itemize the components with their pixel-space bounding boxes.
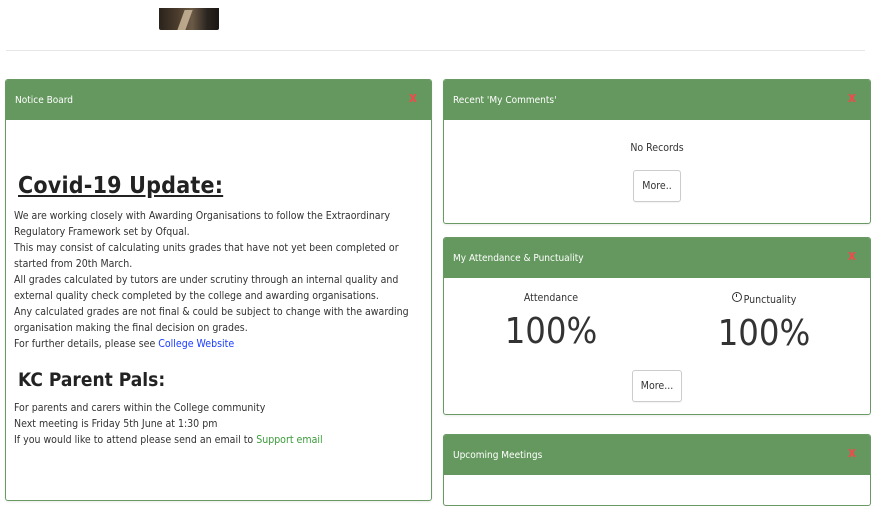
top-divider: [6, 50, 865, 51]
support-email-link[interactable]: Support email: [256, 434, 322, 446]
recent-comments-header: Recent 'My Comments' x: [444, 80, 870, 120]
upcoming-meetings-panel: Upcoming Meetings x: [443, 434, 871, 506]
attendance-panel: My Attendance & Punctuality x Attendance…: [443, 237, 871, 415]
punctuality-value: 100%: [717, 313, 811, 354]
clock-icon: [731, 292, 742, 302]
pals-line: Next meeting is Friday 5th June at 1:30 …: [14, 418, 218, 430]
further-details-line: For further details, please see College …: [14, 336, 423, 352]
close-icon[interactable]: x: [848, 91, 856, 105]
no-records-text: No Records: [630, 142, 684, 154]
attendance-title: My Attendance & Punctuality: [453, 252, 584, 264]
pals-line: For parents and carers within the Colleg…: [14, 402, 266, 414]
punctuality-stat: Punctuality 100%: [689, 292, 839, 354]
pals-email-line: If you would like to attend please send …: [14, 432, 423, 448]
close-icon[interactable]: x: [848, 249, 856, 263]
upcoming-meetings-header: Upcoming Meetings x: [444, 435, 870, 475]
college-website-link[interactable]: College Website: [158, 338, 234, 350]
attendance-header: My Attendance & Punctuality x: [444, 238, 870, 278]
attendance-label: Attendance: [523, 292, 579, 304]
covid-paragraph: We are working closely with Awarding Org…: [14, 210, 391, 238]
close-icon[interactable]: x: [848, 446, 856, 460]
parent-pals-heading: KC Parent Pals:: [18, 369, 166, 391]
covid-heading: Covid-19 Update:: [18, 173, 224, 199]
further-details-text: For further details, please see: [14, 338, 159, 350]
recent-comments-title: Recent 'My Comments': [453, 94, 557, 106]
avatar: [159, 8, 219, 30]
notice-board-body: Covid-19 Update: We are working closely …: [6, 172, 431, 448]
attendance-value: 100%: [504, 311, 598, 352]
attendance-stat: Attendance 100%: [476, 292, 626, 352]
punctuality-label-row: Punctuality: [689, 292, 839, 306]
covid-paragraph: Any calculated grades are not final & co…: [14, 306, 409, 334]
punctuality-label: Punctuality: [743, 294, 797, 306]
attendance-more-button[interactable]: More...: [632, 370, 682, 402]
recent-comments-panel: Recent 'My Comments' x No Records More..: [443, 79, 871, 224]
covid-paragraph: All grades calculated by tutors are unde…: [14, 274, 399, 302]
notice-board-header: Notice Board x: [6, 80, 431, 120]
comments-more-button[interactable]: More..: [633, 170, 681, 202]
close-icon[interactable]: x: [409, 91, 417, 105]
notice-board-title: Notice Board: [15, 94, 74, 106]
upcoming-meetings-title: Upcoming Meetings: [453, 449, 543, 461]
covid-paragraph: This may consist of calculating units gr…: [14, 242, 399, 270]
notice-board-panel: Notice Board x Covid-19 Update: We are w…: [5, 79, 432, 501]
pals-email-text: If you would like to attend please send …: [14, 434, 257, 446]
